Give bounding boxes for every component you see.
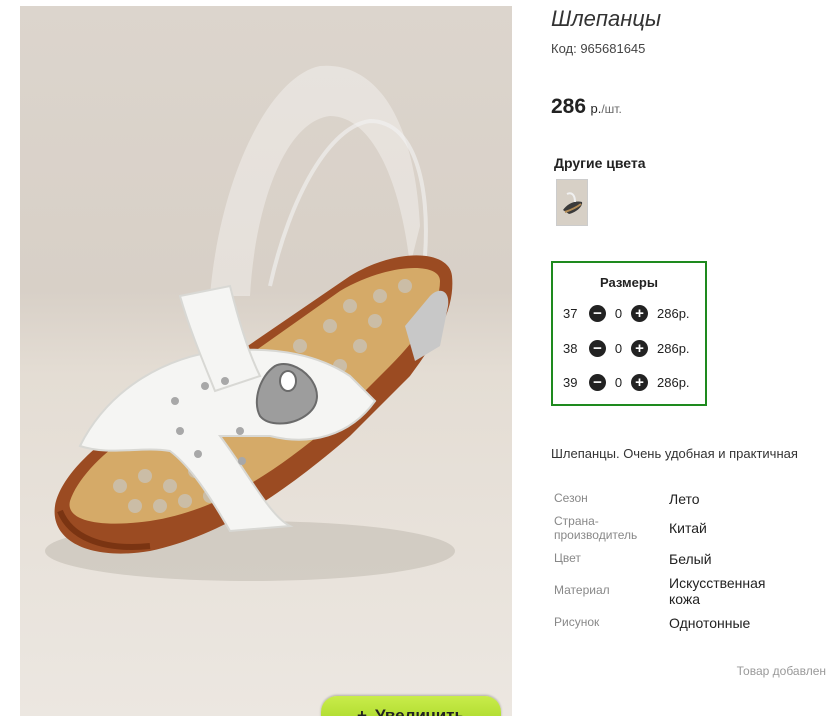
price-unit: /шт.: [601, 102, 622, 116]
size-price: 286р.: [657, 374, 690, 390]
property-value: Однотонные: [669, 615, 751, 631]
size-label: 38: [563, 340, 578, 356]
property-key: Страна-производитель: [554, 514, 638, 542]
size-label: 37: [563, 305, 578, 321]
sandal-thumbnail-image: [557, 180, 587, 225]
size-price: 286р.: [657, 340, 690, 356]
size-row: 39 − 0 + 286р.: [563, 372, 690, 392]
property-value: Искусственная кожа: [669, 575, 766, 607]
zoom-label: Увеличить: [374, 706, 465, 716]
size-quantity: 0: [614, 305, 623, 321]
product-price: 286 р./шт.: [551, 95, 622, 119]
sizes-box: Размеры 37 − 0 + 286р. 38 − 0 + 286р. 39…: [551, 261, 707, 406]
product-title: Шлепанцы: [551, 6, 662, 31]
property-key: Рисунок: [554, 615, 600, 629]
product-photo[interactable]: + Увеличить: [20, 6, 512, 716]
zoom-button[interactable]: + Увеличить: [321, 696, 501, 716]
color-variant-thumbnail[interactable]: [556, 179, 588, 226]
plus-icon[interactable]: +: [631, 339, 648, 357]
price-value: 286: [551, 95, 587, 118]
size-row: 38 − 0 + 286р.: [563, 338, 690, 358]
plus-icon: +: [357, 706, 367, 716]
minus-icon[interactable]: −: [589, 373, 606, 391]
size-price: 286р.: [657, 305, 690, 321]
minus-icon[interactable]: −: [589, 339, 606, 357]
property-key: Сезон: [554, 491, 588, 505]
property-key: Материал: [554, 583, 610, 597]
product-description: Шлепанцы. Очень удобная и практичная: [551, 446, 798, 461]
sizes-title: Размеры: [600, 275, 658, 290]
size-quantity: 0: [614, 340, 623, 356]
other-colors-heading: Другие цвета: [554, 155, 646, 171]
size-label: 39: [563, 374, 578, 390]
product-code: Код: 965681645: [551, 41, 646, 56]
price-currency: р.: [590, 101, 602, 116]
minus-icon[interactable]: −: [589, 304, 606, 322]
property-value: Лето: [669, 491, 700, 507]
size-quantity: 0: [614, 374, 623, 390]
property-value: Белый: [669, 551, 712, 567]
item-added-note: Товар добавлен: [736, 664, 826, 678]
property-key: Цвет: [554, 551, 581, 565]
plus-icon[interactable]: +: [631, 304, 648, 322]
size-row: 37 − 0 + 286р.: [563, 303, 690, 323]
plus-icon[interactable]: +: [631, 373, 648, 391]
property-value: Китай: [669, 520, 707, 536]
sandal-illustration: [45, 65, 455, 581]
